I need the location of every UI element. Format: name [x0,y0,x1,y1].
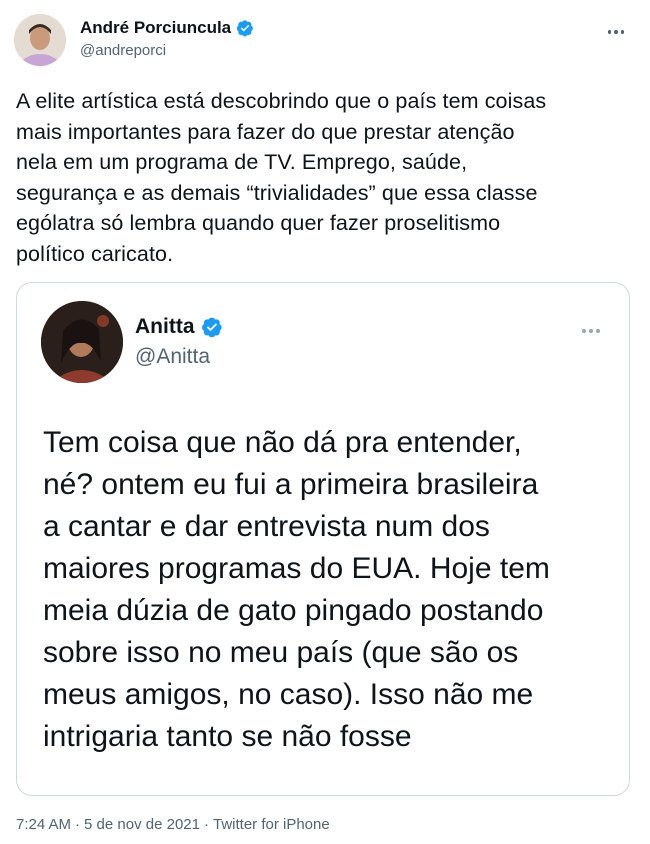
tweet-date-link[interactable]: 5 de nov de 2021 [84,816,200,833]
verified-badge-icon [201,316,223,338]
author-display-name-text: André Porciuncula [80,18,232,37]
tweet-time-link[interactable]: 7:24 AM [16,816,71,833]
more-options-icon[interactable] [604,20,628,44]
quoted-text-line: sobre isso no meu país (que são os [43,636,519,669]
author-name-block: André Porciuncula @andreporci [80,18,254,59]
tweet-text-line: mais importantes para fazer do que prest… [16,119,515,144]
quoted-text-line: né? ontem eu fui a primeira brasileira [43,468,539,501]
tweet-text-line: nela em um programa de TV. Emprego, saúd… [16,150,468,174]
quoted-author-avatar[interactable] [41,301,123,383]
quoted-text-line: Tem coisa que não dá pra entender, [43,426,522,459]
tweet-text: A elite artística está descobrindo que o… [16,86,636,269]
tweet-text-line: A elite artística está descobrindo que o… [16,89,547,113]
author-avatar[interactable] [14,14,66,66]
quoted-text-line: maiores programas do EUA. Hoje tem [43,552,550,585]
tweet-text-line: ególatra só lembra quando quer fazer pro… [16,211,501,235]
quoted-tweet-text: Tem coisa que não dá pra entender, né? o… [43,422,613,758]
quoted-name-block: Anitta @Anitta [135,315,223,369]
meta-separator: · [203,816,209,833]
quoted-text-line: intrigaria tanto se não fosse [43,720,412,753]
quoted-display-name[interactable]: Anitta [135,315,223,339]
quoted-display-name-text: Anitta [135,315,195,338]
meta-separator: · [75,816,81,833]
more-options-icon[interactable] [577,317,605,345]
tweet-metadata: 7:24 AM · 5 de nov de 2021 · Twitter for iPh… [16,816,330,833]
tweet-text-line: político caricato. [16,241,174,266]
quoted-tweet-card[interactable]: Anitta @Anitta Tem coisa que não dá pra … [16,282,630,796]
quoted-text-line: meus amigos, no caso). Isso não me [43,678,534,711]
tweet-header: André Porciuncula @andreporci [14,14,636,70]
tweet-source-link[interactable]: Twitter for iPhone [213,816,330,833]
author-handle[interactable]: @andreporci [80,42,254,59]
verified-badge-icon [236,19,254,37]
quoted-text-line: meia dúzia de gato pingado postando [43,594,544,627]
quoted-handle[interactable]: @Anitta [135,345,223,369]
tweet-text-line: segurança e as demais “trivialidades” qu… [16,180,538,205]
quoted-text-line: a cantar e dar entrevista num dos [43,510,490,543]
author-display-name[interactable]: André Porciuncula [80,18,254,38]
